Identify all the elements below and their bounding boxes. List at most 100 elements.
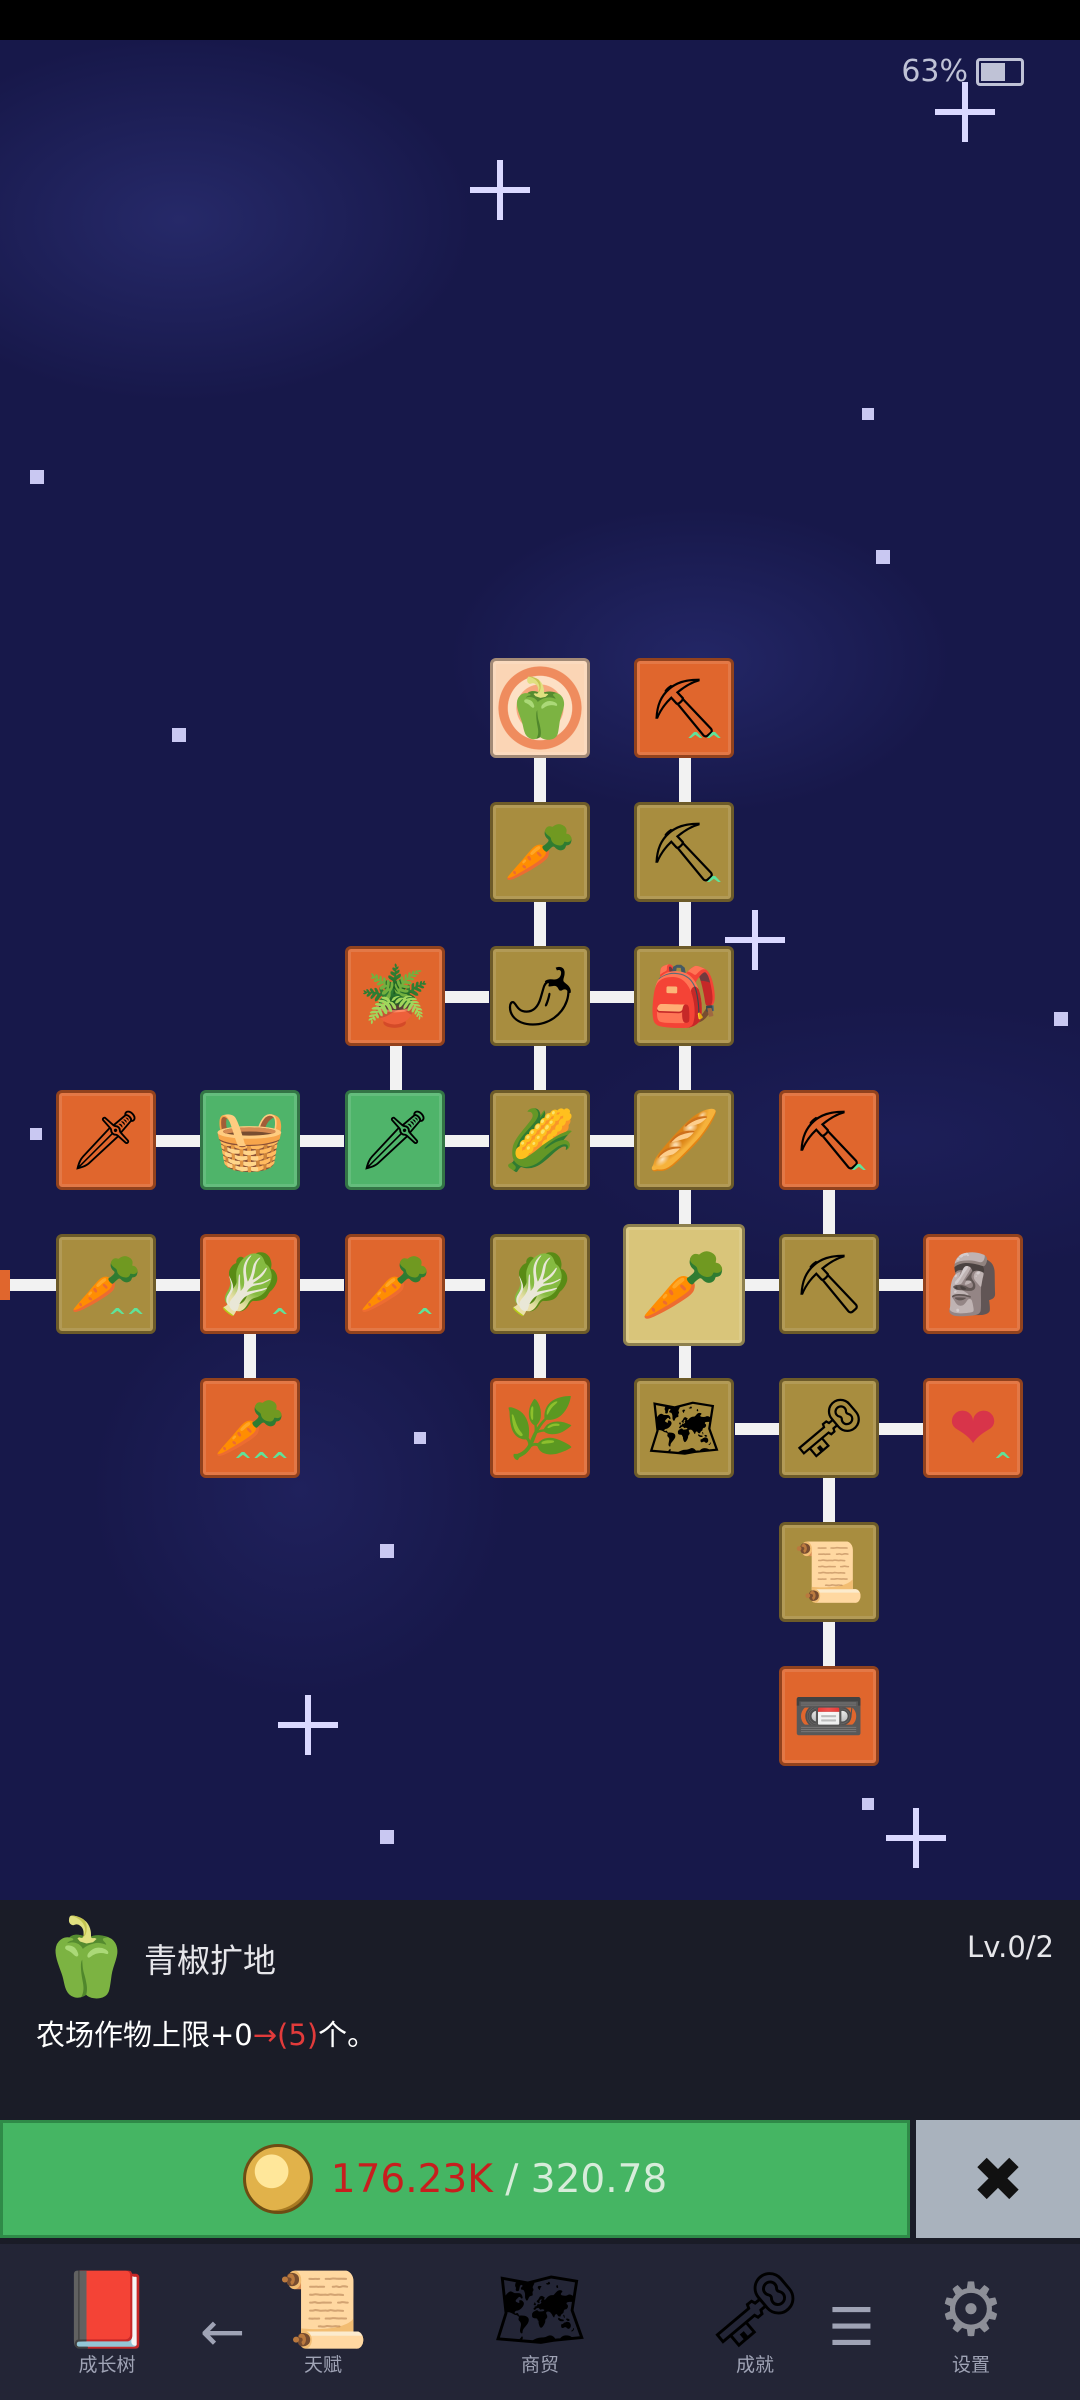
heart-icon: ❤ — [948, 1394, 998, 1462]
nav-settings[interactable]: ⚙ 设置 — [906, 2262, 1036, 2377]
tree-connector — [879, 1279, 923, 1291]
skill-node-chili[interactable]: 🌶 — [490, 946, 590, 1046]
back-arrow-icon[interactable]: ← — [200, 2300, 245, 2363]
wooden-stick-icon: 🥖 — [647, 1105, 721, 1174]
tree-connector — [244, 1334, 256, 1378]
skill-node-key[interactable]: 🗝 — [779, 1378, 879, 1478]
tree-connector — [679, 902, 691, 946]
gear-icon: ⚙ — [937, 2267, 1005, 2353]
upgrade-arrows-icon: ^^^ — [233, 1449, 289, 1474]
tree-connector — [300, 1279, 344, 1291]
star-dot — [414, 1432, 426, 1444]
skill-node-shovel[interactable]: ⛏ ^ — [634, 802, 734, 902]
tree-connector — [679, 1346, 691, 1378]
upgrade-arrows-icon: ^ — [270, 1305, 289, 1330]
tree-connector — [823, 1478, 835, 1522]
close-icon: ✖ — [972, 2142, 1024, 2216]
skill-node-stick[interactable]: 🥖 — [634, 1090, 734, 1190]
skill-node-corn[interactable]: 🌽 — [490, 1090, 590, 1190]
nav-trade[interactable]: 🗺 商贸 — [475, 2262, 605, 2377]
upgrade-arrows-icon: ^^ — [108, 1305, 145, 1330]
tree-connector — [590, 991, 634, 1003]
skill-node-crate[interactable]: 🧺 — [200, 1090, 300, 1190]
skill-node-pickaxe[interactable]: ⛏ ^ — [779, 1090, 879, 1190]
tree-connector — [390, 1046, 402, 1090]
white-radish-icon: 🥕 — [503, 817, 577, 886]
green-pepper-icon: 🫑 — [503, 673, 577, 742]
skill-node-root-carrot[interactable]: 🥕 — [623, 1224, 745, 1346]
skill-node-heart[interactable]: ❤ ^ — [923, 1378, 1023, 1478]
skill-node-cassette[interactable]: 📼 — [779, 1666, 879, 1766]
star-dot — [380, 1830, 394, 1844]
star-dot — [30, 1128, 42, 1140]
skill-node-green-pepper[interactable]: 🫑 — [490, 658, 590, 758]
skill-node-cabbage[interactable]: 🥬 ^ — [200, 1234, 300, 1334]
tree-connector — [590, 1135, 634, 1147]
sword-icon: 🗡 — [358, 1105, 432, 1174]
scroll-icon: 📜 — [792, 1537, 866, 1606]
skill-node-radish[interactable]: 🥕 — [490, 802, 590, 902]
nav-label: 设置 — [951, 2354, 990, 2376]
upgrade-button[interactable]: 176.23K / 320.78 — [0, 2120, 910, 2238]
skill-node-map[interactable]: 🗺 — [634, 1378, 734, 1478]
tree-connector — [445, 1135, 489, 1147]
leek-icon: 🌿 — [503, 1393, 577, 1462]
tree-connector — [10, 1279, 56, 1291]
skill-node-statue[interactable]: 🗿 — [923, 1234, 1023, 1334]
upgrade-arrows-icon: ^ — [849, 1161, 868, 1186]
tree-connector — [156, 1279, 200, 1291]
skill-node-backpack[interactable]: 🎒 — [634, 946, 734, 1046]
key-icon: 🗝 — [708, 2267, 802, 2353]
skill-node-pickaxe[interactable]: ⛏ — [779, 1234, 879, 1334]
tree-connector — [300, 1135, 344, 1147]
skill-node-sword[interactable]: 🗡 — [56, 1090, 156, 1190]
clay-pot-icon: 🪴 — [358, 961, 432, 1030]
tree-connector — [534, 902, 546, 946]
twinkle-star-icon — [725, 910, 785, 970]
tree-connector — [534, 758, 546, 802]
status-bar — [0, 0, 1080, 40]
skill-node-shovel[interactable]: ⛏ ^^ — [634, 658, 734, 758]
close-button[interactable]: ✖ — [916, 2120, 1080, 2238]
star-dot — [1054, 1012, 1068, 1026]
backpack-icon: 🎒 — [647, 961, 721, 1030]
twinkle-star-icon — [886, 1808, 946, 1868]
carrot-icon: 🥕 — [640, 1243, 728, 1326]
skill-node-carrot[interactable]: 🥕 ^ — [345, 1234, 445, 1334]
nav-talent[interactable]: 📜 天赋 — [258, 2262, 388, 2377]
cabbage-icon: 🥬 — [503, 1249, 577, 1318]
skill-node-sword[interactable]: 🗡 — [345, 1090, 445, 1190]
menu-icon[interactable]: ☰ — [828, 2298, 875, 2358]
star-dot — [862, 1798, 874, 1810]
tree-connector — [534, 1334, 546, 1378]
corn-icon: 🌽 — [503, 1105, 577, 1174]
current-gold: 176.23K — [330, 2156, 493, 2202]
star-dot — [380, 1544, 394, 1558]
nav-achievements[interactable]: 🗝 成就 — [690, 2262, 820, 2377]
description-text: 农场作物上限+0 — [36, 2018, 253, 2052]
book-icon: 📕 — [60, 2267, 154, 2353]
skill-node-leek[interactable]: 🌿 — [490, 1378, 590, 1478]
star-dot — [172, 728, 186, 742]
skill-node-carrot[interactable]: 🥕 ^^ — [56, 1234, 156, 1334]
star-dot — [30, 470, 44, 484]
twinkle-star-icon — [278, 1695, 338, 1755]
map-icon: 🗺 — [493, 2267, 587, 2353]
skill-node-cabbage[interactable]: 🥬 — [490, 1234, 590, 1334]
skill-node-carrot[interactable]: 🥕 ^^^ — [200, 1378, 300, 1478]
twinkle-star-icon — [470, 160, 530, 220]
gold-coin-icon — [242, 2144, 313, 2214]
map-icon: 🗺 — [647, 1393, 721, 1462]
skill-description: 农场作物上限+0→(5)个。 — [36, 2012, 376, 2054]
nav-growth-tree[interactable]: 📕 成长树 — [42, 2262, 172, 2377]
skill-node-scroll[interactable]: 📜 — [779, 1522, 879, 1622]
cost-separator: / — [492, 2156, 531, 2202]
tree-connector — [445, 1279, 485, 1291]
tree-connector — [745, 1279, 779, 1291]
star-dot — [862, 408, 874, 420]
tree-connector — [735, 1423, 779, 1435]
skill-node-pot[interactable]: 🪴 — [345, 946, 445, 1046]
upgrade-cost: 320.78 — [530, 2156, 668, 2202]
tree-connector — [679, 1190, 691, 1228]
chili-pepper-icon: 🌶 — [503, 961, 577, 1030]
